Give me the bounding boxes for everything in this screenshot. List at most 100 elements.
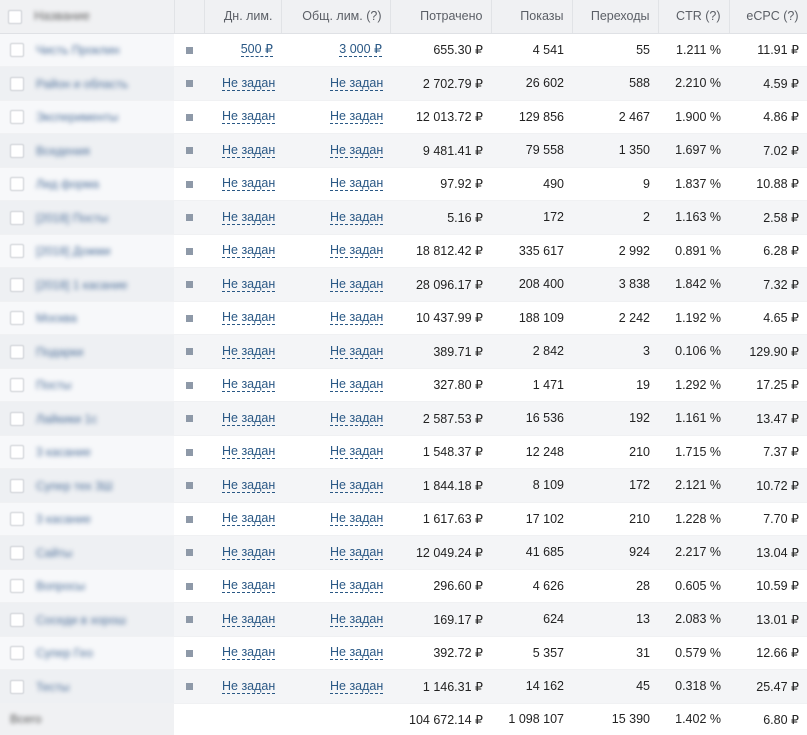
campaign-name-cell[interactable]: Эксперименты xyxy=(0,100,174,134)
daily-limit-link[interactable]: Не задан xyxy=(222,344,276,359)
table-row[interactable]: Москва Не задан Не задан 10 437.99 ₽188 109… xyxy=(0,301,807,335)
table-row[interactable]: [2018] Дожми Не задан Не задан 18 812.42 ₽3… xyxy=(0,234,807,268)
row-checkbox[interactable] xyxy=(10,612,24,627)
campaign-name-link[interactable]: Соседи в хорош xyxy=(36,613,126,627)
table-row[interactable]: Сайты Не задан Не задан 12 049.24 ₽41 685 92… xyxy=(0,535,807,570)
table-row[interactable]: [2018] 1 касание Не задан Не задан 28 096.1… xyxy=(0,267,807,302)
table-row[interactable]: Эксперименты Не задан Не задан 12 013.72 ₽1… xyxy=(0,100,807,134)
row-checkbox[interactable] xyxy=(10,646,24,661)
campaign-name-link[interactable]: Тесты xyxy=(36,680,69,694)
campaign-name-link[interactable]: Подарки xyxy=(36,345,83,359)
daily-limit-link[interactable]: Не задан xyxy=(222,177,276,192)
campaign-name-link[interactable]: 3 касание xyxy=(36,512,91,526)
campaign-name-link[interactable]: Супер Гео xyxy=(36,646,93,660)
daily-limit-link[interactable]: Не задан xyxy=(222,646,276,661)
table-row[interactable]: Посты Не задан Не задан 327.80 ₽1 471 19 1.29… xyxy=(0,368,807,402)
campaign-name-cell[interactable]: Супер тех 3Ш xyxy=(0,468,174,503)
campaign-name-link[interactable]: Чисть Проклин xyxy=(36,43,119,57)
daily-limit-link[interactable]: Не задан xyxy=(222,411,276,426)
total-limit-link[interactable]: Не задан xyxy=(330,612,384,627)
row-checkbox[interactable] xyxy=(10,43,24,58)
total-limit-link[interactable]: Не задан xyxy=(330,445,384,460)
campaign-name-link[interactable]: Посты xyxy=(36,378,71,392)
daily-limit-link[interactable]: 500 ₽ xyxy=(240,43,273,58)
column-header-name[interactable]: Название xyxy=(0,0,175,34)
table-row[interactable]: Вседения Не задан Не задан 9 481.41 ₽79 558… xyxy=(0,133,807,168)
row-checkbox[interactable] xyxy=(10,311,24,326)
column-header-total-limit[interactable]: Общ. лим. (?) xyxy=(281,0,391,34)
table-row[interactable]: Соседи в хорош Не задан Не задан 169.17 ₽62… xyxy=(0,602,807,637)
row-checkbox[interactable] xyxy=(10,545,24,560)
row-checkbox[interactable] xyxy=(10,277,24,292)
daily-limit-link[interactable]: Не задан xyxy=(222,579,276,594)
column-header-ctr[interactable]: CTR (?) xyxy=(658,0,730,34)
table-row[interactable]: Лайкики 1с Не задан Не задан 2 587.53 ₽16 5… xyxy=(0,401,807,436)
campaign-name-cell[interactable]: Соседи в хорош xyxy=(0,602,174,637)
campaign-name-cell[interactable]: Чисть Проклин xyxy=(0,33,174,67)
campaign-name-cell[interactable]: Посты xyxy=(0,368,174,402)
row-checkbox[interactable] xyxy=(10,445,24,460)
campaign-name-link[interactable]: Супер тех 3Ш xyxy=(36,479,113,493)
table-row[interactable]: Район и область Не задан Не задан 2 702.79 … xyxy=(0,66,807,101)
daily-limit-link[interactable]: Не задан xyxy=(222,512,276,527)
table-row[interactable]: Вопросы Не задан Не задан 296.60 ₽4 626 28 0.… xyxy=(0,569,807,603)
daily-limit-link[interactable]: Не задан xyxy=(222,478,276,493)
total-limit-link[interactable]: Не задан xyxy=(330,411,384,426)
daily-limit-link[interactable]: Не задан xyxy=(222,110,276,125)
total-limit-link[interactable]: Не задан xyxy=(330,76,384,91)
row-checkbox[interactable] xyxy=(10,110,24,125)
daily-limit-link[interactable]: Не задан xyxy=(222,378,276,393)
row-checkbox[interactable] xyxy=(10,344,24,359)
column-header-spent[interactable]: Потрачено xyxy=(390,0,492,34)
campaign-name-link[interactable]: Эксперименты xyxy=(36,110,118,124)
campaign-name-cell[interactable]: Подарки xyxy=(0,334,174,369)
row-checkbox[interactable] xyxy=(10,478,24,493)
row-checkbox[interactable] xyxy=(10,244,24,259)
total-limit-link[interactable]: Не задан xyxy=(330,244,384,259)
campaign-name-cell[interactable]: [2018] Дожми xyxy=(0,234,174,268)
row-checkbox[interactable] xyxy=(10,378,24,393)
row-checkbox[interactable] xyxy=(10,177,24,192)
campaign-name-link[interactable]: Сайты xyxy=(36,546,72,560)
daily-limit-link[interactable]: Не задан xyxy=(222,76,276,91)
column-header-impressions[interactable]: Показы xyxy=(491,0,573,34)
campaign-name-link[interactable]: Район и область xyxy=(36,77,128,91)
table-row[interactable]: Подарки Не задан Не задан 389.71 ₽2 842 3 0.1… xyxy=(0,334,807,369)
column-header-daily-limit[interactable]: Дн. лим. xyxy=(204,0,282,34)
campaign-name-cell[interactable]: Вопросы xyxy=(0,569,174,603)
table-row[interactable]: [2018] Посты Не задан Не задан 5.16 ₽172 2 1.… xyxy=(0,200,807,235)
total-limit-link[interactable]: Не задан xyxy=(330,378,384,393)
campaign-name-cell[interactable]: Москва xyxy=(0,301,174,335)
total-limit-link[interactable]: Не задан xyxy=(330,545,384,560)
daily-limit-link[interactable]: Не задан xyxy=(222,210,276,225)
row-checkbox[interactable] xyxy=(10,76,24,91)
campaign-name-cell[interactable]: Тесты xyxy=(0,669,174,704)
campaign-name-cell[interactable]: Лид форма xyxy=(0,167,174,201)
daily-limit-link[interactable]: Не задан xyxy=(222,445,276,460)
total-limit-link[interactable]: Не задан xyxy=(330,177,384,192)
row-checkbox[interactable] xyxy=(10,411,24,426)
campaign-name-cell[interactable]: Вседения xyxy=(0,133,174,168)
total-limit-link[interactable]: 3 000 ₽ xyxy=(339,43,382,58)
campaign-name-link[interactable]: Москва xyxy=(36,311,77,325)
daily-limit-link[interactable]: Не задан xyxy=(222,545,276,560)
campaign-name-link[interactable]: Вседения xyxy=(36,144,90,158)
daily-limit-link[interactable]: Не задан xyxy=(222,277,276,292)
row-checkbox[interactable] xyxy=(10,210,24,225)
campaign-name-cell[interactable]: Супер Гео xyxy=(0,636,174,670)
column-header-clicks[interactable]: Переходы xyxy=(572,0,659,34)
total-limit-link[interactable]: Не задан xyxy=(330,210,384,225)
campaign-name-link[interactable]: 3 касание xyxy=(36,445,91,459)
campaign-name-cell[interactable]: Район и область xyxy=(0,66,174,101)
campaign-name-link[interactable]: [2018] Дожми xyxy=(36,244,110,258)
campaign-name-link[interactable]: Вопросы xyxy=(36,579,85,593)
total-limit-link[interactable]: Не задан xyxy=(330,110,384,125)
campaign-name-cell[interactable]: 3 касание xyxy=(0,435,174,469)
table-row[interactable]: Супер Гео Не задан Не задан 392.72 ₽5 357 31… xyxy=(0,636,807,670)
total-limit-link[interactable]: Не задан xyxy=(330,646,384,661)
daily-limit-link[interactable]: Не задан xyxy=(222,244,276,259)
campaign-name-cell[interactable]: [2018] 1 касание xyxy=(0,267,174,302)
total-limit-link[interactable]: Не задан xyxy=(330,679,384,694)
total-limit-link[interactable]: Не задан xyxy=(330,311,384,326)
daily-limit-link[interactable]: Не задан xyxy=(222,679,276,694)
